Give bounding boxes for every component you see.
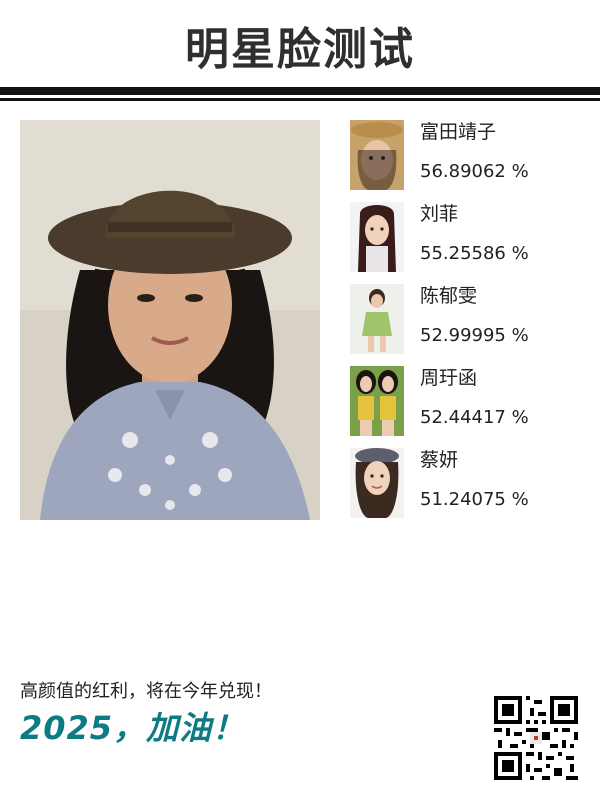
footer-slogan: 2025，加油！ <box>20 709 246 747</box>
match-percent: 52.99995 % <box>420 325 529 346</box>
celebrity-photo <box>350 120 404 190</box>
header-divider-thick <box>0 87 600 95</box>
celebrity-photo <box>350 284 404 354</box>
match-name: 周玗函 <box>420 367 478 389</box>
match-item: 周玗函 52.44417 % <box>350 366 590 438</box>
footer-message: 高颜值的红利，将在今年兑现！ <box>20 681 272 702</box>
celebrity-photo <box>350 366 404 436</box>
match-percent: 55.25586 % <box>420 243 529 264</box>
match-name: 富田靖子 <box>420 121 497 143</box>
match-item: 刘菲 55.25586 % <box>350 202 590 274</box>
match-percent: 52.44417 % <box>420 407 529 428</box>
match-percent: 51.24075 % <box>420 489 529 510</box>
qr-code-icon <box>494 696 578 780</box>
header-divider-thin <box>0 98 600 101</box>
match-name: 刘菲 <box>420 203 459 225</box>
match-item: 蔡妍 51.24075 % <box>350 448 590 520</box>
celebrity-photo <box>350 448 404 518</box>
user-photo <box>20 120 320 520</box>
celebrity-photo <box>350 202 404 272</box>
match-item: 陈郁雯 52.99995 % <box>350 284 590 356</box>
match-name: 蔡妍 <box>420 449 459 471</box>
match-name: 陈郁雯 <box>420 285 478 307</box>
page-title: 明星脸测试 <box>185 24 415 75</box>
match-item: 富田靖子 56.89062 % <box>350 120 590 192</box>
match-percent: 56.89062 % <box>420 161 529 182</box>
